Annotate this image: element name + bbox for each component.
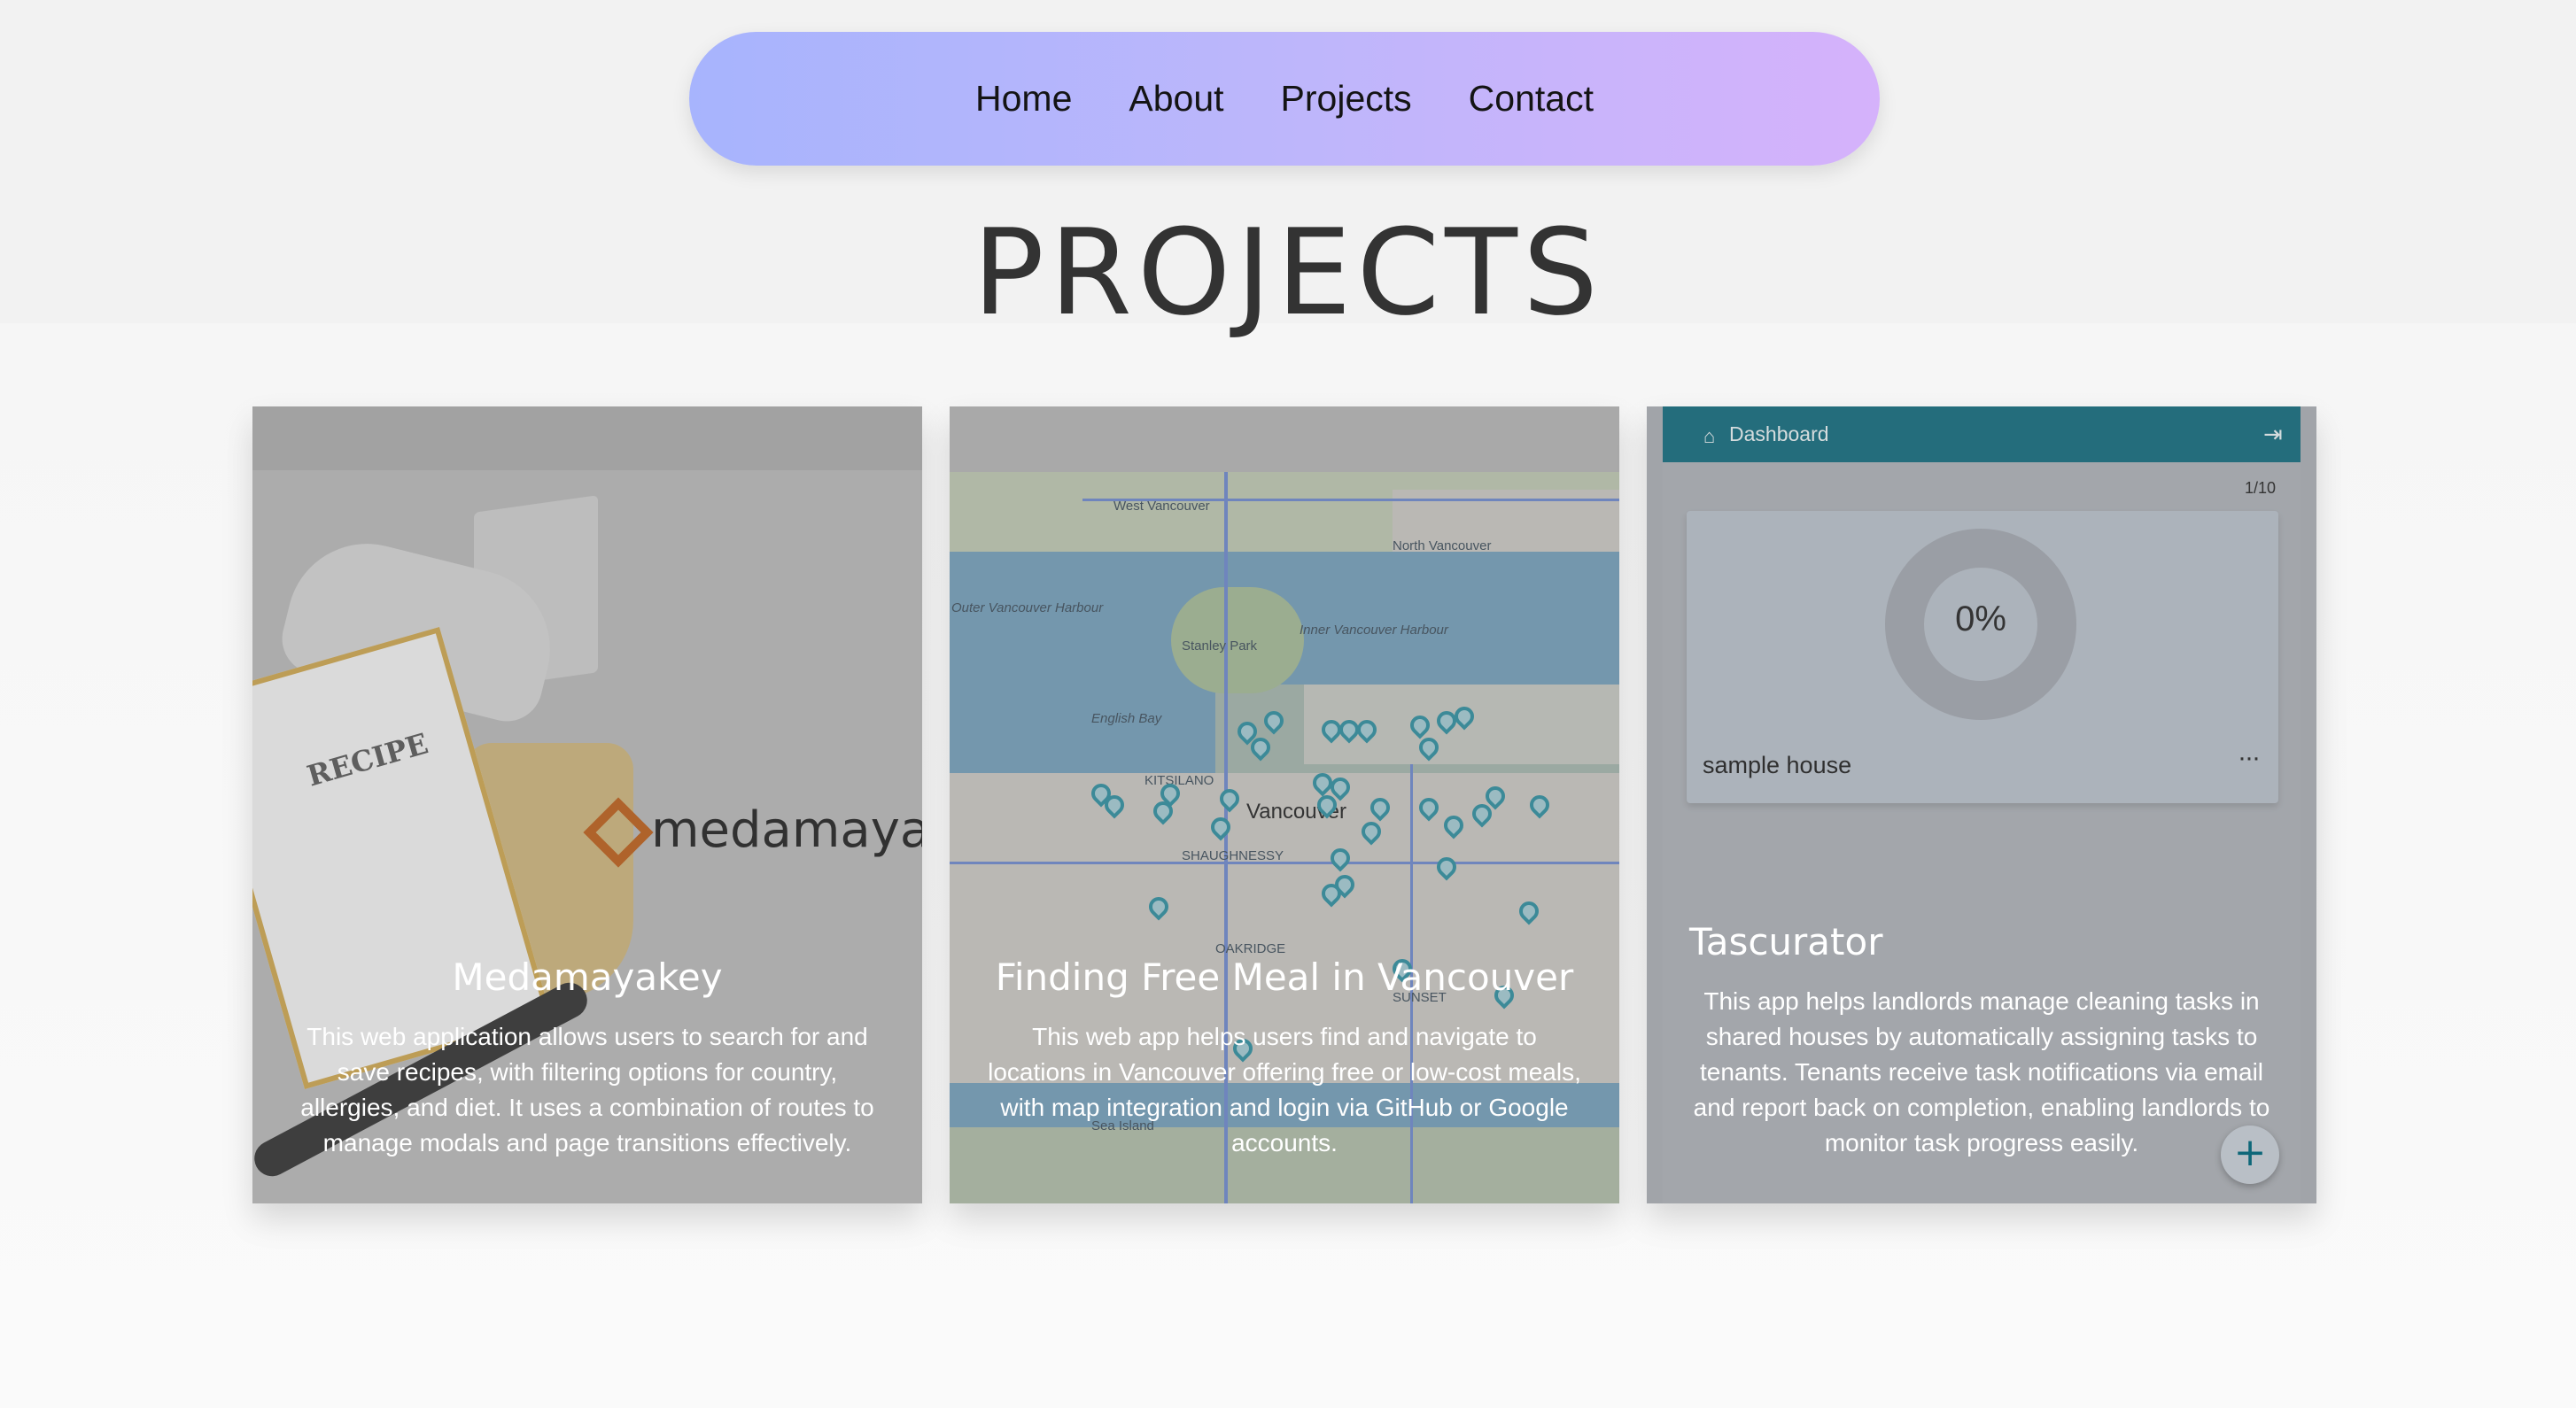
add-button: + [2221,1126,2279,1184]
nav-link-projects[interactable]: Projects [1281,78,1412,120]
nav-link-home[interactable]: Home [975,78,1072,120]
project-title: Medamayakey [452,955,723,999]
project-description: This web app helps users find and naviga… [988,1023,1581,1157]
main-nav: Home About Projects Contact [689,32,1880,166]
page-title: PROJECTS [972,204,1604,342]
nav-link-about[interactable]: About [1129,78,1223,120]
project-title: Tascurator [1689,920,1883,963]
nav-link-contact[interactable]: Contact [1469,78,1594,120]
project-description: This web application allows users to sea… [300,1023,874,1157]
project-card-free-meal[interactable]: West Vancouver North Vancouver Outer Van… [950,406,1619,1203]
project-card-tascurator[interactable]: ⌂ Dashboard ⇥ 1/10 0% sample house ··· T… [1647,406,2316,1203]
project-description: This app helps landlords manage cleaning… [1693,987,2270,1157]
project-card-medamayakey[interactable]: RECIPE medamayak Medamayakey This web ap… [252,406,922,1203]
project-title: Finding Free Meal in Vancouver [995,955,1574,999]
